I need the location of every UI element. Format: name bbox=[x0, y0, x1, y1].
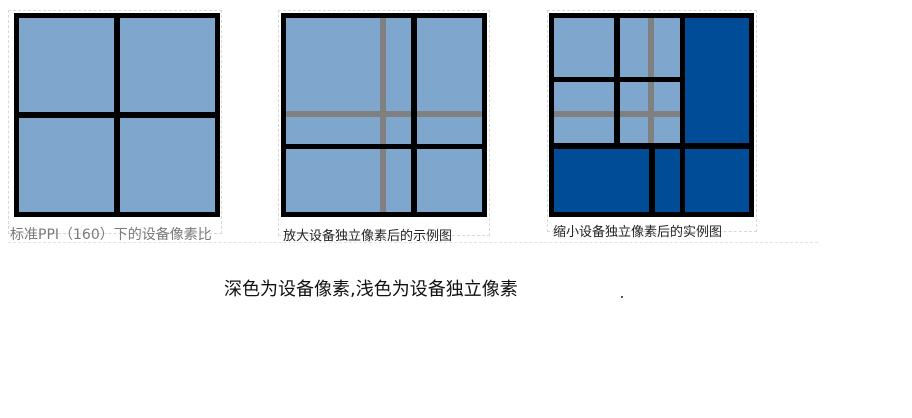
outer-border-bottom bbox=[281, 212, 487, 217]
device-pixel-line-horizontal-a bbox=[549, 77, 685, 82]
outer-border-top bbox=[281, 13, 487, 18]
device-pixel-line-vertical-b bbox=[680, 13, 685, 217]
device-pixel-line-horizontal bbox=[281, 144, 487, 149]
device-pixel-line-horizontal bbox=[14, 112, 220, 118]
outer-border-left bbox=[281, 13, 286, 217]
diagram-enlarged bbox=[281, 13, 487, 217]
device-pixel-line-horizontal-b bbox=[549, 143, 754, 149]
caption-enlarged: 放大设备独立像素后的示例图 bbox=[283, 229, 453, 244]
legend-note: 深色为设备像素,浅色为设备独立像素 bbox=[224, 279, 518, 300]
diagram-standard bbox=[14, 13, 220, 217]
caption-shrunk: 缩小设备独立像素后的实例图 bbox=[553, 225, 723, 240]
outer-border-top bbox=[549, 13, 754, 18]
independent-pixel-line-horizontal bbox=[281, 111, 487, 117]
stray-dot bbox=[621, 296, 623, 298]
outer-border-right bbox=[749, 13, 754, 217]
outer-border-right bbox=[482, 13, 487, 217]
outer-border-left bbox=[549, 13, 554, 217]
diagram-shrunk bbox=[549, 13, 754, 217]
device-pixel-line-vertical-c bbox=[649, 144, 655, 217]
caption-standard: 标准PPI（160）下的设备像素比 bbox=[10, 227, 212, 243]
device-pixel-line-vertical bbox=[411, 13, 417, 217]
